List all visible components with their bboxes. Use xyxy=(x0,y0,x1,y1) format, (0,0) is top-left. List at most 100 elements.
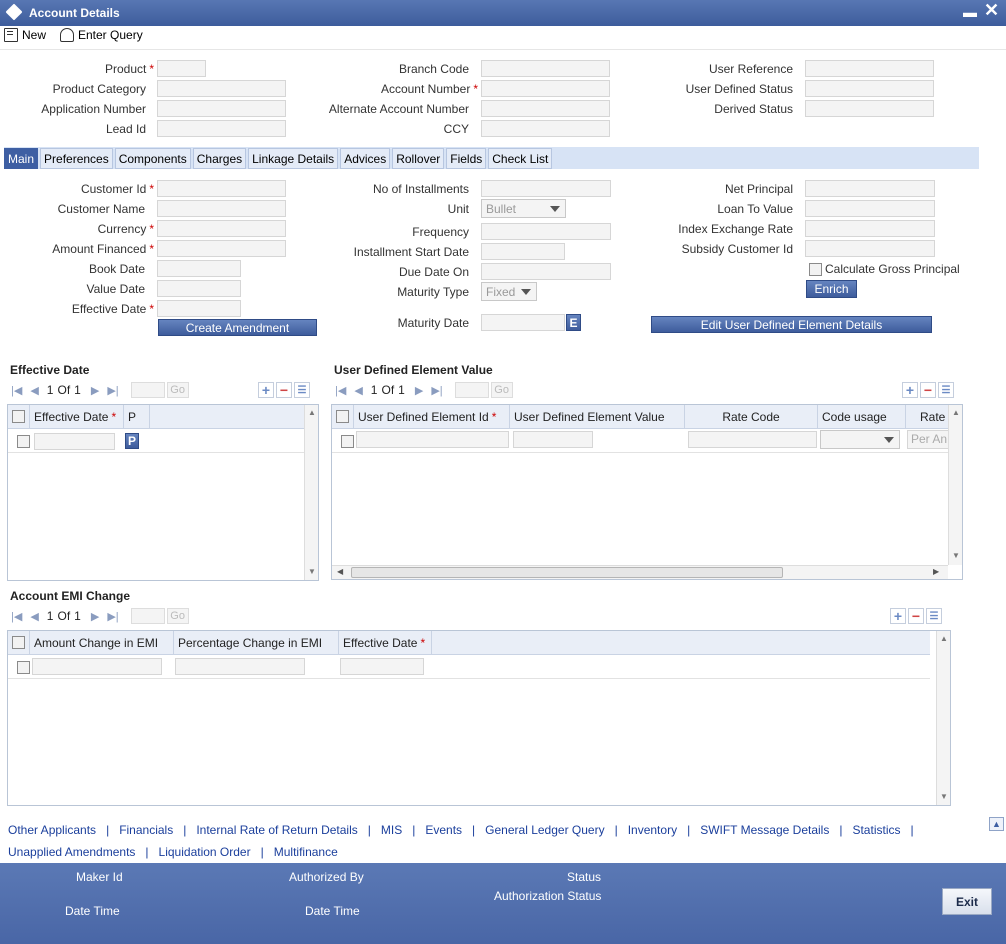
tab-rollover[interactable]: Rollover xyxy=(392,148,445,169)
value-date-input[interactable] xyxy=(157,280,241,297)
tab-components[interactable]: Components xyxy=(114,148,191,169)
subsidy-customer-id-input[interactable] xyxy=(805,240,935,257)
vertical-scrollbar[interactable]: ▲ ▼ xyxy=(936,631,950,805)
last-page-icon[interactable]: ▶| xyxy=(431,384,442,397)
maturity-date-e-button[interactable]: E xyxy=(566,314,581,331)
due-date-on-input[interactable] xyxy=(481,263,611,280)
next-page-icon[interactable]: ▶ xyxy=(415,384,423,397)
add-row-icon[interactable]: + xyxy=(902,382,918,398)
select-all-checkbox[interactable] xyxy=(12,636,25,649)
branch-code-input[interactable] xyxy=(481,60,610,77)
single-view-icon[interactable]: ☰ xyxy=(294,382,310,398)
tab-main[interactable]: Main xyxy=(4,148,39,169)
page-input[interactable] xyxy=(454,382,489,398)
next-page-icon[interactable]: ▶ xyxy=(91,384,99,397)
row-effective-date-input[interactable] xyxy=(340,658,424,675)
lead-id-input[interactable] xyxy=(157,120,286,137)
link-financials[interactable]: Financials xyxy=(119,823,173,837)
link-inventory[interactable]: Inventory xyxy=(628,823,677,837)
create-amendment-button[interactable]: Create Amendment xyxy=(158,319,317,336)
select-all-checkbox[interactable] xyxy=(12,410,25,423)
installment-start-date-input[interactable] xyxy=(481,243,565,260)
maturity-date-input[interactable] xyxy=(481,314,565,331)
derived-status-input[interactable] xyxy=(805,100,934,117)
page-input[interactable] xyxy=(130,382,165,398)
ccy-input[interactable] xyxy=(481,120,610,137)
net-principal-input[interactable] xyxy=(805,180,935,197)
enrich-button[interactable]: Enrich xyxy=(806,280,857,298)
row-ude-id-input[interactable] xyxy=(356,431,509,448)
go-button[interactable]: Go xyxy=(166,382,189,398)
row-percentage-change-input[interactable] xyxy=(175,658,305,675)
account-number-input[interactable] xyxy=(481,80,610,97)
go-button[interactable]: Go xyxy=(166,608,189,624)
row-ude-value-input[interactable] xyxy=(513,431,593,448)
index-exchange-rate-input[interactable] xyxy=(805,220,935,237)
next-page-icon[interactable]: ▶ xyxy=(91,610,99,623)
maturity-type-select[interactable]: Fixed xyxy=(481,282,537,301)
add-row-icon[interactable]: + xyxy=(258,382,274,398)
row-checkbox[interactable] xyxy=(341,435,354,448)
loan-to-value-input[interactable] xyxy=(805,200,935,217)
prev-page-icon[interactable]: ◀ xyxy=(30,384,38,397)
prev-page-icon[interactable]: ◀ xyxy=(354,384,362,397)
customer-name-input[interactable] xyxy=(157,200,286,217)
single-view-icon[interactable]: ☰ xyxy=(938,382,954,398)
add-row-icon[interactable]: + xyxy=(890,608,906,624)
row-code-usage-select[interactable] xyxy=(820,430,900,449)
effective-date-input[interactable] xyxy=(157,300,241,317)
currency-input[interactable] xyxy=(157,220,286,237)
row-checkbox[interactable] xyxy=(17,661,30,674)
frequency-input[interactable] xyxy=(481,223,611,240)
row-checkbox[interactable] xyxy=(17,435,30,448)
row-rate-code-input[interactable] xyxy=(688,431,817,448)
calculate-gross-principal-checkbox[interactable] xyxy=(809,263,822,276)
link-swift-message-details[interactable]: SWIFT Message Details xyxy=(700,823,829,837)
single-view-icon[interactable]: ☰ xyxy=(926,608,942,624)
link-statistics[interactable]: Statistics xyxy=(852,823,900,837)
tab-advices[interactable]: Advices xyxy=(340,148,391,169)
book-date-input[interactable] xyxy=(157,260,241,277)
link-events[interactable]: Events xyxy=(425,823,462,837)
link-mis[interactable]: MIS xyxy=(381,823,402,837)
link-multifinance[interactable]: Multifinance xyxy=(274,845,338,859)
select-all-checkbox[interactable] xyxy=(336,410,349,423)
link-liquidation-order[interactable]: Liquidation Order xyxy=(159,845,251,859)
customer-id-input[interactable] xyxy=(157,180,286,197)
link-other-applicants[interactable]: Other Applicants xyxy=(8,823,96,837)
horizontal-scrollbar[interactable]: ◀ ▶ xyxy=(332,565,948,579)
first-page-icon[interactable]: |◀ xyxy=(11,384,22,397)
delete-row-icon[interactable]: − xyxy=(908,608,924,624)
product-input[interactable] xyxy=(157,60,206,77)
link-gl-query[interactable]: General Ledger Query xyxy=(485,823,604,837)
delete-row-icon[interactable]: − xyxy=(920,382,936,398)
go-button[interactable]: Go xyxy=(490,382,513,398)
collapse-up-icon[interactable]: ▲ xyxy=(989,817,1004,831)
row-effective-date-input[interactable] xyxy=(34,433,115,450)
alternate-account-number-input[interactable] xyxy=(481,100,610,117)
enter-query-button[interactable]: Enter Query xyxy=(60,28,143,42)
user-defined-status-input[interactable] xyxy=(805,80,934,97)
user-reference-input[interactable] xyxy=(805,60,934,77)
link-unapplied-amendments[interactable]: Unapplied Amendments xyxy=(8,845,135,859)
tab-linkage-details[interactable]: Linkage Details xyxy=(248,148,339,169)
new-button[interactable]: New xyxy=(4,28,46,42)
product-category-input[interactable] xyxy=(157,80,286,97)
delete-row-icon[interactable]: − xyxy=(276,382,292,398)
application-number-input[interactable] xyxy=(157,100,286,117)
last-page-icon[interactable]: ▶| xyxy=(107,610,118,623)
first-page-icon[interactable]: |◀ xyxy=(11,610,22,623)
tab-preferences[interactable]: Preferences xyxy=(40,148,113,169)
last-page-icon[interactable]: ▶| xyxy=(107,384,118,397)
no-of-installments-input[interactable] xyxy=(481,180,611,197)
row-p-button[interactable]: P xyxy=(125,433,139,449)
vertical-scrollbar[interactable]: ▲ ▼ xyxy=(304,405,318,580)
prev-page-icon[interactable]: ◀ xyxy=(30,610,38,623)
page-input[interactable] xyxy=(130,608,165,624)
unit-select[interactable]: Bullet xyxy=(481,199,566,218)
tab-check-list[interactable]: Check List xyxy=(488,148,553,169)
minimize-icon[interactable]: ▬ xyxy=(963,4,977,20)
tab-fields[interactable]: Fields xyxy=(446,148,487,169)
exit-button[interactable]: Exit xyxy=(942,888,992,915)
link-irr-details[interactable]: Internal Rate of Return Details xyxy=(196,823,357,837)
